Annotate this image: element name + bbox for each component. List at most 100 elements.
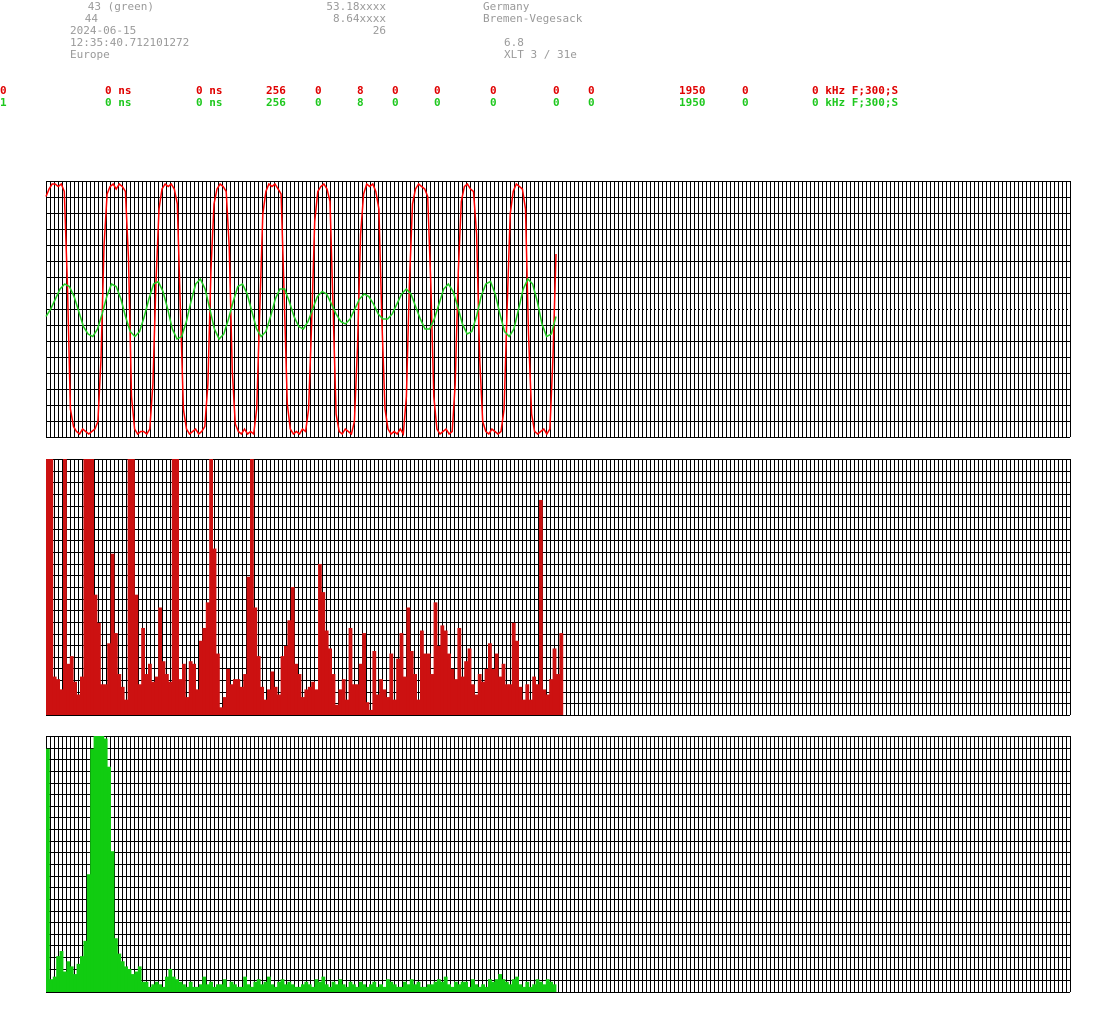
green-spectrum-bar bbox=[552, 984, 557, 992]
green-spectrum-bar bbox=[437, 979, 441, 992]
green-spectrum-bar bbox=[501, 979, 506, 992]
green-spectrum-bar bbox=[151, 984, 156, 992]
green-spectrum-bar bbox=[137, 966, 142, 992]
baseline-tick bbox=[1012, 307, 1014, 313]
red-spectrum-bar bbox=[474, 694, 479, 715]
baseline-tick bbox=[980, 307, 982, 313]
green-spectrum-bar bbox=[229, 981, 234, 992]
red-spectrum-bar bbox=[161, 661, 166, 715]
green-spectrum-bar bbox=[124, 966, 128, 992]
baseline-tick bbox=[704, 307, 706, 313]
red-spectrum-bar bbox=[222, 697, 227, 715]
baseline-tick bbox=[836, 307, 838, 313]
red-spectrum-bar bbox=[307, 686, 312, 715]
red-spectrum-bar bbox=[120, 686, 125, 715]
baseline-tick bbox=[1000, 307, 1002, 313]
baseline-tick bbox=[688, 307, 690, 313]
green-spectrum-bar bbox=[233, 984, 237, 992]
green-spectrum-bar bbox=[144, 981, 149, 992]
baseline-tick bbox=[1060, 307, 1062, 313]
green-spectrum-bar bbox=[171, 976, 176, 992]
green-spectrum-bar bbox=[365, 986, 370, 992]
green-spectrum-bar bbox=[324, 984, 329, 992]
green-spectrum-bar bbox=[545, 979, 550, 992]
green-spectrum-bar bbox=[321, 976, 326, 992]
red-spectrum-bar bbox=[127, 459, 132, 715]
red-spectrum-bar bbox=[511, 622, 516, 715]
green-spectrum-bar bbox=[267, 976, 271, 992]
red-spectrum-bar bbox=[454, 679, 458, 715]
red-spectrum-bar bbox=[246, 576, 251, 715]
baseline-tick bbox=[900, 307, 902, 313]
green-spectrum-bar bbox=[103, 738, 108, 992]
green-spectrum-bar bbox=[83, 940, 88, 992]
red-spectrum-bar bbox=[192, 663, 196, 715]
red-spectrum-bar bbox=[66, 663, 71, 715]
red-spectrum-bar bbox=[501, 663, 506, 715]
red-spectrum-bar bbox=[396, 658, 400, 715]
green-spectrum-bar bbox=[294, 986, 298, 992]
red-spectrum-bar bbox=[117, 674, 122, 715]
baseline-tick bbox=[872, 307, 874, 313]
baseline-tick bbox=[832, 307, 834, 313]
green-spectrum-bar bbox=[263, 981, 268, 992]
baseline-tick bbox=[744, 307, 746, 313]
red-spectrum-bar bbox=[369, 709, 373, 715]
red-spectrum-bar bbox=[352, 684, 356, 715]
baseline-tick bbox=[572, 307, 574, 313]
red-spectrum-bar bbox=[141, 627, 145, 715]
green-spectrum-bar bbox=[120, 961, 125, 992]
red-spectrum-bar bbox=[335, 704, 339, 715]
baseline-tick bbox=[632, 307, 634, 313]
red-spectrum-bar bbox=[491, 668, 496, 715]
baseline-tick bbox=[852, 307, 854, 313]
green-spectrum-bar bbox=[49, 979, 54, 992]
red-spectrum-bar bbox=[226, 668, 230, 715]
red-spectrum-bar bbox=[311, 681, 315, 715]
baseline-tick bbox=[1020, 307, 1022, 313]
baseline-tick bbox=[680, 307, 682, 313]
red-spectrum-bar bbox=[158, 607, 162, 715]
red-spectrum-bar bbox=[195, 689, 200, 715]
green-spectrum-bar bbox=[165, 976, 169, 992]
red-spectrum-bar bbox=[365, 702, 370, 715]
red-spectrum-bar bbox=[433, 602, 438, 715]
red-spectrum-bar bbox=[76, 694, 81, 715]
red-spectrum-bar bbox=[481, 681, 485, 715]
green-spectrum-bar bbox=[382, 986, 387, 992]
baseline-tick bbox=[612, 307, 614, 313]
red-spectrum-bar bbox=[131, 459, 135, 715]
baseline-tick bbox=[676, 307, 678, 313]
green-spectrum-bar bbox=[358, 981, 363, 992]
green-spectrum-bar bbox=[168, 968, 173, 992]
red-spectrum-bar bbox=[56, 679, 60, 715]
baseline-tick bbox=[848, 307, 850, 313]
green-spectrum-bar bbox=[386, 979, 390, 992]
baseline-tick bbox=[720, 307, 722, 313]
red-spectrum-bar bbox=[460, 676, 465, 715]
green-spectrum-bar bbox=[86, 874, 91, 992]
red-spectrum-bar bbox=[301, 697, 305, 715]
baseline-tick bbox=[1044, 307, 1046, 313]
green-spectrum-bar bbox=[341, 984, 346, 992]
red-spectrum-bar bbox=[515, 640, 519, 715]
red-spectrum-bar bbox=[103, 684, 108, 715]
green-spectrum-bar bbox=[345, 986, 349, 992]
baseline-tick bbox=[844, 307, 846, 313]
green-spectrum-bar bbox=[59, 951, 64, 992]
red-spectrum-bar bbox=[182, 663, 186, 715]
green-spectrum-bar bbox=[413, 984, 417, 992]
green-spectrum-bar bbox=[348, 981, 353, 992]
green-spectrum-bar bbox=[484, 986, 489, 992]
green-spectrum-bar bbox=[175, 979, 179, 992]
red-spectrum-bar bbox=[49, 459, 54, 715]
baseline-tick bbox=[916, 307, 918, 313]
green-spectrum-bar bbox=[335, 984, 339, 992]
green-spectrum-bar bbox=[178, 981, 183, 992]
red-spectrum-bar bbox=[73, 681, 77, 715]
green-spectrum-bar bbox=[73, 974, 77, 992]
red-spectrum-bar bbox=[243, 674, 247, 715]
red-spectrum-bar bbox=[290, 587, 295, 715]
baseline-tick bbox=[788, 307, 790, 313]
green-spectrum-bar bbox=[352, 984, 356, 992]
